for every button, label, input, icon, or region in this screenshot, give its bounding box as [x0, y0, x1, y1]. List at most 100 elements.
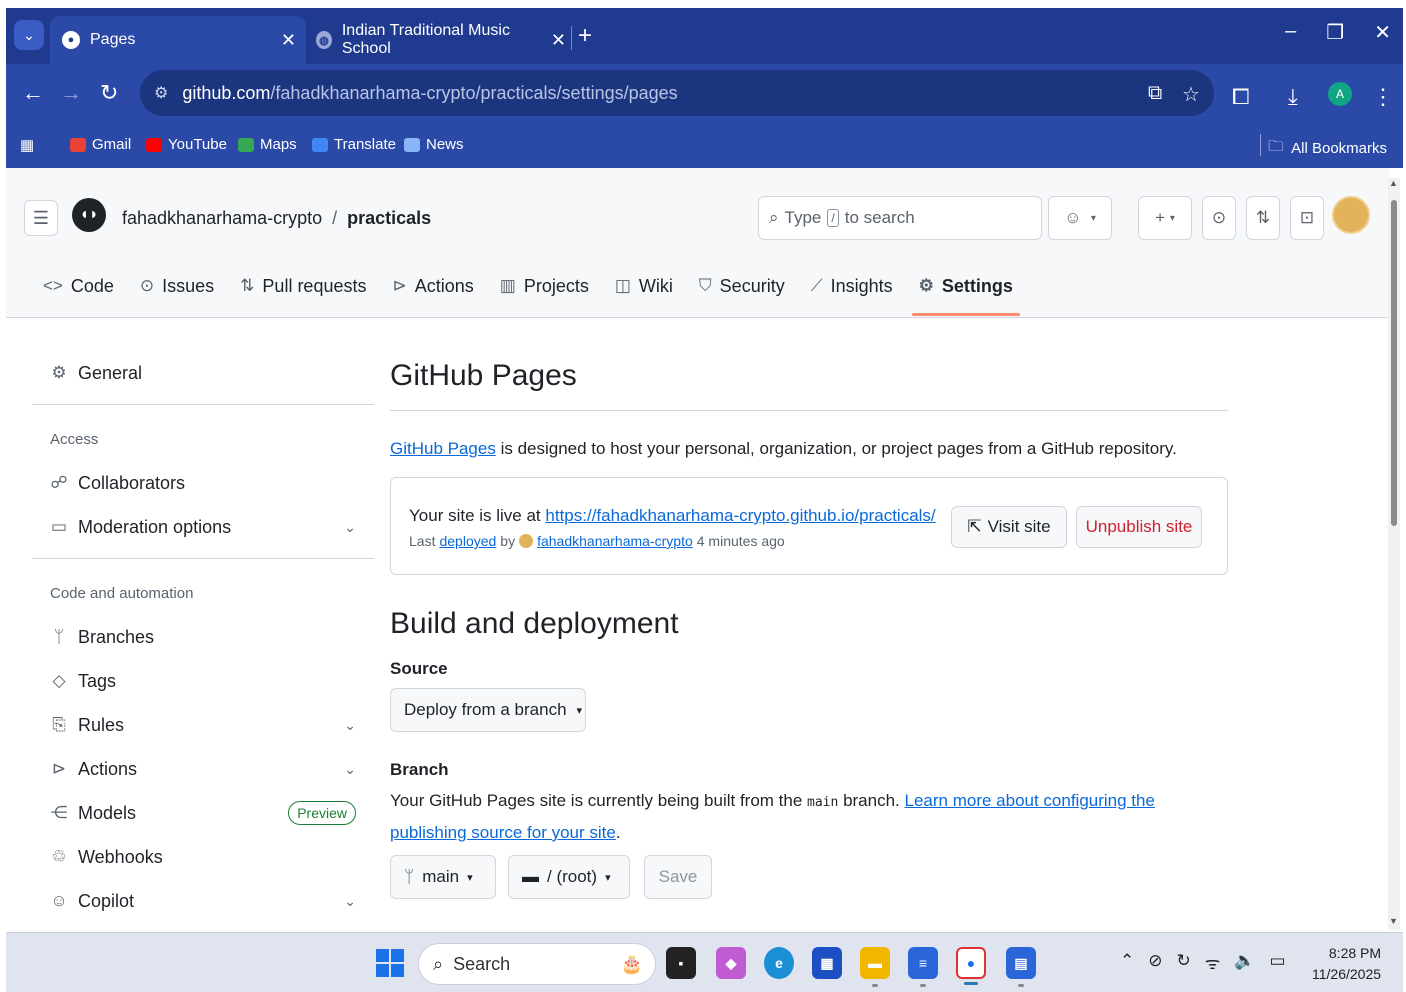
extensions-icon[interactable]: ⧠	[1232, 84, 1250, 110]
site-live-box: Your site is live at https://fahadkhanar…	[390, 477, 1228, 575]
phone-link-icon[interactable]: ↻	[1177, 951, 1191, 974]
sidebar-item-general[interactable]: ⚙ General	[32, 355, 374, 391]
page-scrollbar[interactable]: ▲ ▼	[1388, 178, 1400, 930]
forward-arrow-icon[interactable]: →	[60, 80, 82, 106]
download-icon[interactable]: ⤓	[1288, 84, 1298, 110]
copilot-button[interactable]: ☺ ▾	[1048, 196, 1112, 240]
tab-close-icon[interactable]: ✕	[281, 30, 296, 51]
menu-icon[interactable]: ☰	[24, 200, 58, 236]
source-dropdown[interactable]: Deploy from a branch ▾	[390, 688, 586, 732]
site-settings-icon[interactable]: ⚙	[154, 83, 168, 103]
sidebar-item-tags[interactable]: ◇ Tags	[32, 663, 374, 699]
apps-grid-icon[interactable]: ▦	[20, 136, 34, 154]
restore-icon[interactable]: ❐	[1326, 20, 1344, 45]
battery-icon[interactable]: ▭	[1269, 951, 1285, 974]
sidebar-heading-code: Code and automation	[50, 585, 194, 602]
owner-link[interactable]: fahadkhanarhama-crypto	[122, 208, 322, 228]
tab-settings[interactable]: ⚙ Settings	[906, 268, 1026, 316]
chrome-app-icon[interactable]: ●	[956, 947, 986, 985]
sidebar-item-copilot[interactable]: ☺ Copilot ⌄	[32, 883, 374, 919]
tab-close-icon[interactable]: ✕	[551, 30, 566, 51]
windows-start-icon[interactable]	[376, 949, 404, 977]
taskbar-clock[interactable]: 8:28 PM 11/26/2025	[1312, 943, 1381, 985]
slash-key-hint: /	[827, 209, 839, 227]
back-arrow-icon[interactable]: ←	[22, 80, 44, 106]
chrome-menu-icon[interactable]: ⋮	[1372, 84, 1394, 110]
tab-security[interactable]: ⛉ Security	[686, 268, 798, 304]
tab-issues[interactable]: ⊙ Issues	[127, 268, 227, 304]
new-tab-button[interactable]: +	[578, 22, 592, 50]
translate-icon	[312, 137, 328, 152]
visit-site-button[interactable]: ⇱ Visit site	[951, 506, 1067, 548]
sidebar-item-webhooks[interactable]: ♲ Webhooks	[32, 839, 374, 875]
tab-pull-requests[interactable]: ⇅ Pull requests	[227, 268, 379, 304]
docs-icon[interactable]: ▤	[1006, 947, 1036, 987]
gmail-icon	[70, 137, 86, 152]
repo-link[interactable]: practicals	[347, 208, 431, 228]
create-new-button[interactable]: + ▾	[1138, 196, 1192, 240]
rules-icon: ⎘	[52, 715, 66, 734]
sidebar-item-actions[interactable]: ⊳ Actions ⌄	[32, 751, 374, 787]
store-icon[interactable]: ▦	[812, 947, 842, 979]
tab-actions[interactable]: ⊳ Actions	[379, 268, 486, 304]
bookmark-translate[interactable]: Translate	[312, 136, 396, 153]
edge-icon[interactable]: e	[764, 947, 794, 979]
wifi-icon[interactable]: ᯤ	[1205, 951, 1221, 974]
search-input[interactable]: ⌕ Type / to search	[758, 196, 1042, 240]
bookmark-maps[interactable]: Maps	[238, 136, 297, 153]
tab-wiki[interactable]: ◫ Wiki	[602, 268, 686, 304]
reload-icon[interactable]: ↻	[100, 80, 118, 106]
bookmark-star-icon[interactable]: ☆	[1182, 82, 1200, 107]
graph-icon: ⟋	[810, 276, 823, 295]
task-view-icon[interactable]: ▪	[666, 947, 696, 979]
all-bookmarks-button[interactable]: 🗀 All Bookmarks	[1268, 136, 1387, 161]
sidebar-item-rules[interactable]: ⎘ Rules ⌄	[32, 707, 374, 743]
tab-projects[interactable]: ▥ Projects	[487, 268, 602, 304]
folder-dropdown[interactable]: ▬ / (root) ▾	[508, 855, 630, 899]
minimize-icon[interactable]: –	[1285, 20, 1296, 45]
sidebar-item-collaborators[interactable]: ☍ Collaborators	[32, 465, 374, 501]
bookmark-news[interactable]: News	[404, 136, 464, 153]
tab-pages[interactable]: ● Pages ✕	[50, 16, 306, 64]
github-logo-icon[interactable]: ◖◗	[72, 198, 106, 232]
sync-off-icon[interactable]: ⊘	[1148, 951, 1162, 974]
scroll-down-arrow-icon[interactable]: ▼	[1389, 916, 1398, 926]
tab-search-button[interactable]: ⌄	[14, 20, 44, 50]
install-app-icon[interactable]: ⧉	[1148, 82, 1162, 105]
site-live-text: Your site is live at https://fahadkhanar…	[409, 506, 936, 525]
deployed-link[interactable]: deployed	[439, 533, 496, 549]
notepad-icon[interactable]: ≡	[908, 947, 938, 987]
user-avatar[interactable]	[1332, 196, 1370, 234]
bookmark-youtube[interactable]: YouTube	[146, 136, 227, 153]
unpublish-site-button[interactable]: Unpublish site	[1076, 506, 1202, 548]
tab-music-school[interactable]: ◍ Indian Traditional Music School ✕	[316, 22, 566, 58]
sidebar-item-branches[interactable]: ᛘ Branches	[32, 619, 374, 655]
profile-avatar[interactable]: A	[1328, 82, 1352, 106]
issues-icon[interactable]: ⊙	[1202, 196, 1236, 240]
chevron-up-icon[interactable]: ⌃	[1120, 951, 1134, 974]
github-pages-link[interactable]: GitHub Pages	[390, 439, 496, 458]
github-header: ☰ ◖◗ fahadkhanarhama-crypto / practicals ⌕…	[6, 168, 1390, 318]
tab-insights[interactable]: ⟋ Insights	[798, 268, 906, 304]
scroll-up-arrow-icon[interactable]: ▲	[1389, 178, 1398, 188]
sidebar-item-moderation[interactable]: ▭ Moderation options ⌄	[32, 509, 374, 545]
file-explorer-icon[interactable]: ▬	[860, 947, 890, 987]
deploy-meta: Last deployed by fahadkhanarhama-crypto …	[409, 533, 785, 549]
volume-icon[interactable]: 🔈	[1234, 951, 1255, 974]
copilot-app-icon[interactable]: ◆	[716, 947, 746, 979]
tab-code[interactable]: <> Code	[30, 268, 127, 304]
pull-requests-icon[interactable]: ⇅	[1246, 196, 1280, 240]
save-button[interactable]: Save	[644, 855, 712, 899]
sidebar-item-models[interactable]: ⋲ Models Preview	[32, 795, 374, 831]
branch-dropdown[interactable]: ᛘ main ▾	[390, 855, 496, 899]
deployer-link[interactable]: fahadkhanarhama-crypto	[537, 533, 693, 549]
taskbar-search[interactable]: ⌕ Search 🎂	[418, 943, 656, 985]
inbox-icon[interactable]: ⊡	[1290, 196, 1324, 240]
url-bar[interactable]: ⚙ github.com/fahadkhanarhama-crypto/prac…	[140, 70, 1214, 116]
close-window-icon[interactable]: ✕	[1374, 20, 1391, 45]
scrollbar-thumb[interactable]	[1391, 200, 1397, 526]
live-url-link[interactable]: https://fahadkhanarhama-crypto.github.io…	[545, 506, 935, 525]
bookmark-gmail[interactable]: Gmail	[70, 136, 131, 153]
clock-date: 11/26/2025	[1312, 966, 1382, 982]
branch-code: main	[807, 795, 839, 810]
